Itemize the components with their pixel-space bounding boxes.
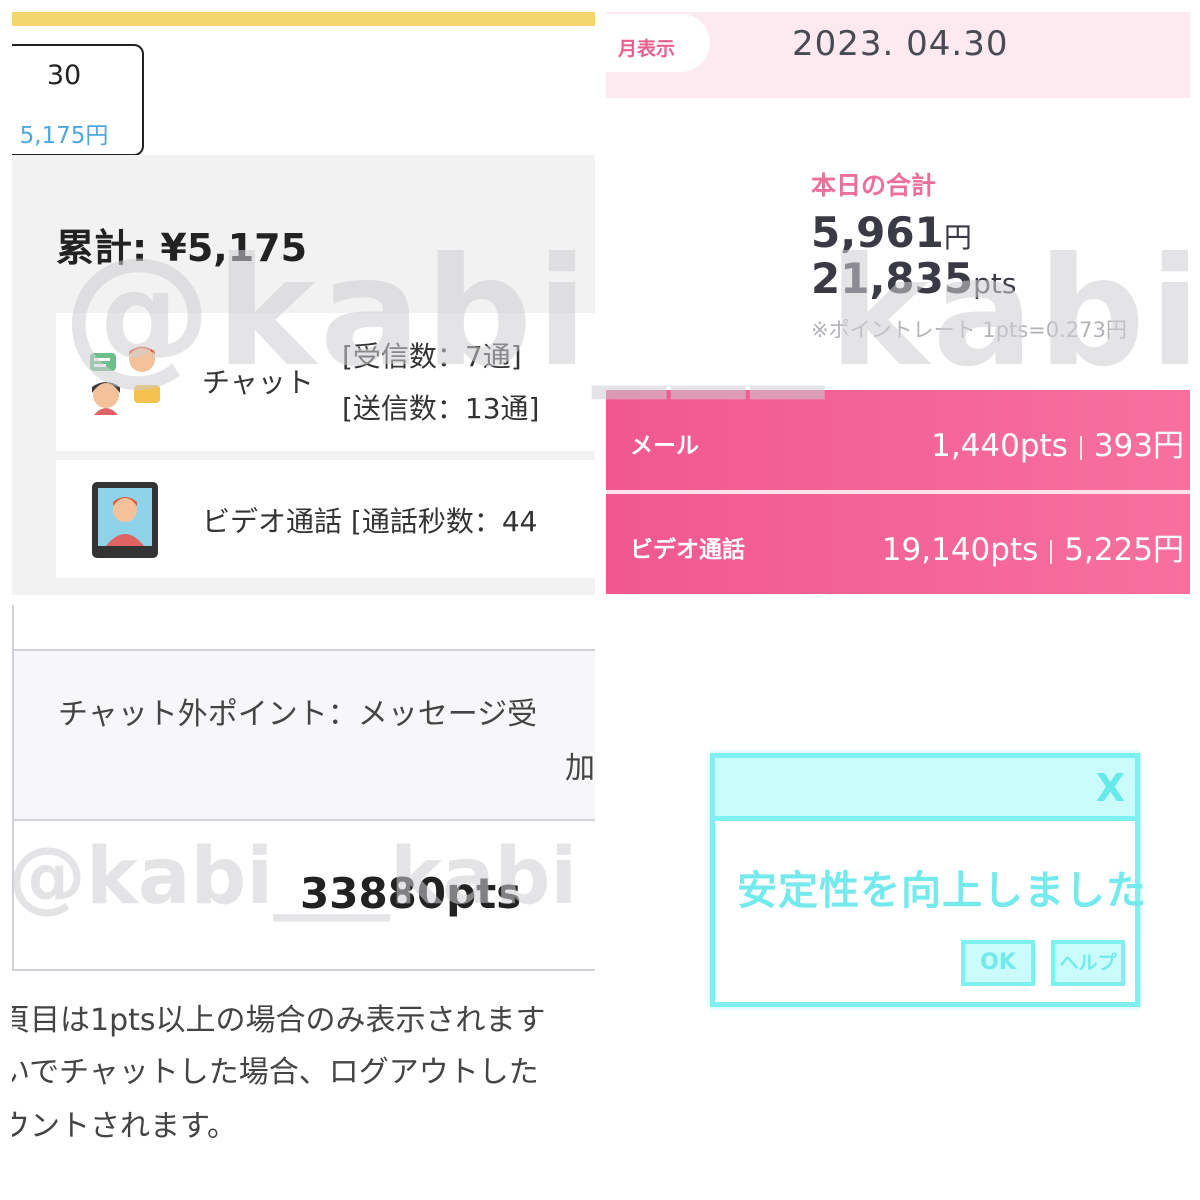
value-separator [1050, 539, 1053, 564]
mail-label: メール [630, 433, 699, 459]
note-line: 頁目は1pts以上の場合のみ表示されます [12, 1003, 546, 1038]
watermark: @kabi___kabi [62, 226, 1200, 400]
dialog-message: 安定性を向上しました [737, 868, 1147, 914]
video-call-yen: 5,225円 [1064, 532, 1184, 568]
close-icon[interactable]: X [1096, 766, 1125, 810]
retro-dialog: X 安定性を向上しました OK ヘルプ [710, 753, 1146, 1007]
calendar-day-cell[interactable]: 30 5,175円 [12, 44, 144, 156]
header-band [12, 12, 595, 26]
video-call-pts: 19,140pts [881, 532, 1039, 568]
value-separator [1079, 435, 1082, 460]
video-call-label: ビデオ通話 [630, 537, 745, 563]
decorative-dialog-panel: X 安定性を向上しました OK ヘルプ [606, 605, 1190, 1188]
video-call-earnings-row[interactable]: ビデオ通話 19,140pts 5,225円 [606, 494, 1190, 594]
month-view-tab[interactable]: 月表示 [606, 14, 710, 72]
video-call-icon [92, 482, 158, 558]
ok-button[interactable]: OK [961, 940, 1035, 986]
nonchat-points-text: チャット外ポイント：メッセージ受 [58, 697, 538, 732]
table-divider-middle [12, 819, 595, 821]
video-call-values: 19,140pts 5,225円 [882, 524, 1184, 569]
video-call-row: ビデオ通話 [通話秒数：44 [56, 460, 595, 578]
watermark: @kabi___kabi [8, 832, 578, 922]
mail-yen: 393円 [1093, 428, 1184, 464]
video-call-label: ビデオ通話 [通話秒数：44 [202, 505, 538, 538]
table-divider-bottom [12, 969, 595, 971]
dialog-title-bar: X [715, 758, 1135, 821]
nonchat-points-text-cont: 加 [565, 751, 595, 786]
day-amount: 5,175円 [19, 123, 109, 149]
day-number: 30 [46, 60, 82, 91]
today-total-title: 本日の合計 [811, 171, 937, 200]
help-button[interactable]: ヘルプ [1051, 940, 1125, 986]
nonchat-points-cell [14, 651, 595, 821]
note-line: ウントされます。 [12, 1109, 237, 1144]
current-date: 2023. 04.30 [792, 24, 1009, 64]
mail-pts: 1,440pts [931, 428, 1068, 464]
date-header: 月表示 2023. 04.30 [606, 12, 1190, 98]
note-line: いでチャットした場合、ログアウトした [12, 1055, 539, 1090]
mail-values: 1,440pts 393円 [931, 420, 1184, 465]
month-view-label: 月表示 [618, 38, 676, 60]
mail-earnings-row[interactable]: メール 1,440pts 393円 [606, 390, 1190, 490]
